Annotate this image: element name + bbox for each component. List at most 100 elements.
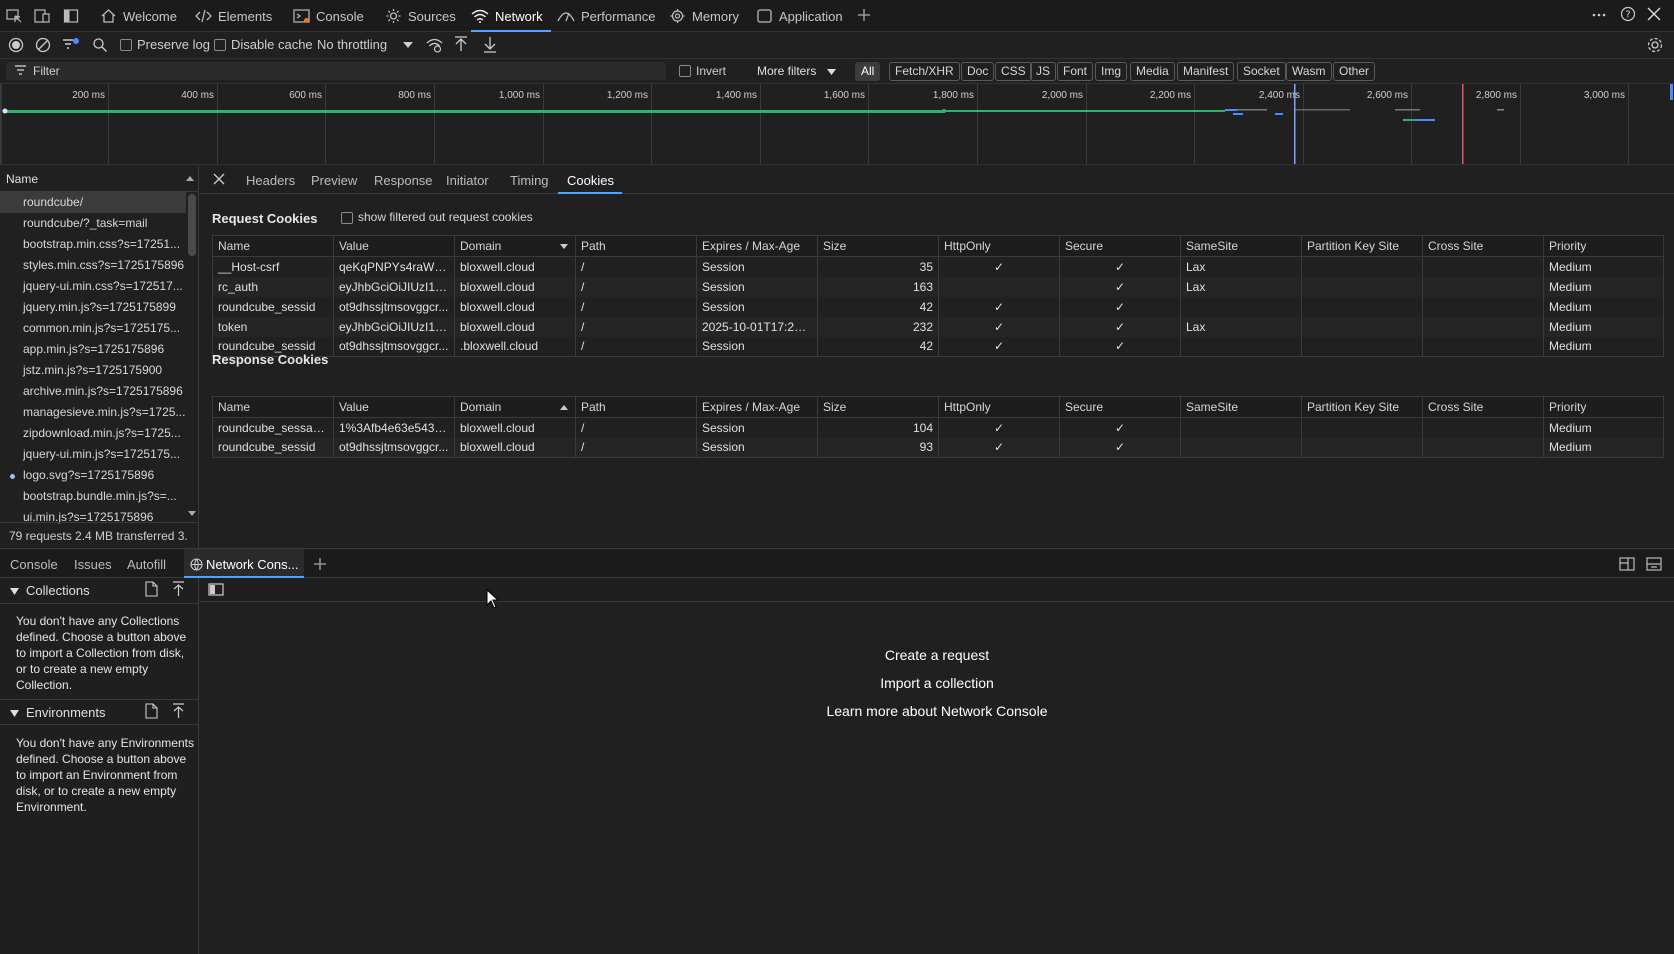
cookie-row[interactable]: roundcube_sessauth 1%3Afb4e63e5432... blox… <box>212 417 1664 438</box>
type-chip-other[interactable]: Other <box>1333 62 1376 81</box>
type-chip-js[interactable]: JS <box>1030 62 1057 81</box>
column-header[interactable]: Name <box>212 235 334 257</box>
tab-performance[interactable]: Performance <box>557 0 655 32</box>
type-chip-css[interactable]: CSS <box>995 62 1032 81</box>
column-header[interactable]: Secure <box>1059 235 1181 257</box>
search-icon[interactable] <box>92 37 108 53</box>
column-header[interactable]: Size <box>817 235 939 257</box>
type-chip-media[interactable]: Media <box>1130 62 1175 81</box>
drawer-tab-autofill[interactable]: Autofill <box>127 557 166 572</box>
type-chip-wasm[interactable]: Wasm <box>1286 62 1332 81</box>
environments-header[interactable]: Environments <box>0 699 198 725</box>
tab-initiator[interactable]: Initiator <box>446 173 489 188</box>
settings-gear-icon[interactable] <box>1646 36 1664 54</box>
scroll-down-icon[interactable] <box>187 510 197 517</box>
tab-welcome[interactable]: Welcome <box>100 0 177 32</box>
column-header[interactable]: HttpOnly <box>938 396 1060 418</box>
type-chip-doc[interactable]: Doc <box>961 62 995 81</box>
chevron-down-icon[interactable] <box>402 41 414 49</box>
request-row[interactable]: bootstrap.min.css?s=17251... <box>0 234 186 255</box>
request-row[interactable]: roundcube/ <box>0 192 186 213</box>
cookie-row[interactable]: roundcube_sessid ot9dhssjtmsovggcr... .blo… <box>212 336 1664 357</box>
column-header[interactable]: Secure <box>1059 396 1181 418</box>
network-conditions-icon[interactable] <box>426 37 443 53</box>
drawer-tab-network-console[interactable]: Network Cons... <box>184 549 304 578</box>
new-file-icon[interactable] <box>145 703 158 719</box>
column-header[interactable]: Domain <box>454 235 576 257</box>
column-header[interactable]: Domain <box>454 396 576 418</box>
request-row[interactable]: roundcube/?_task=mail <box>0 213 186 234</box>
disable-cache-checkbox[interactable] <box>214 39 226 51</box>
request-list-scrollbar[interactable] <box>186 192 198 522</box>
tab-console[interactable]: Console <box>293 0 364 32</box>
device-emulation-icon[interactable] <box>34 8 51 24</box>
column-header[interactable]: Size <box>817 396 939 418</box>
request-row[interactable]: jquery-ui.min.css?s=172517... <box>0 276 186 297</box>
add-tab-icon[interactable] <box>857 8 871 22</box>
expand-triangle-icon[interactable] <box>9 709 20 718</box>
export-har-icon[interactable] <box>483 36 497 53</box>
minimize-drawer-icon[interactable] <box>1646 557 1662 571</box>
create-request-link[interactable]: Create a request <box>200 647 1674 663</box>
close-devtools-icon[interactable] <box>1646 6 1662 22</box>
tab-application[interactable]: Application <box>756 0 843 32</box>
column-header[interactable]: Value <box>333 235 455 257</box>
request-row[interactable]: jquery-ui.min.js?s=1725175... <box>0 444 186 465</box>
request-row[interactable]: styles.min.css?s=1725175896 <box>0 255 186 276</box>
network-overview-timeline[interactable]: 200 ms 400 ms 600 ms 800 ms 1,000 ms 1,200 ms… <box>0 84 1674 165</box>
close-detail-icon[interactable] <box>213 173 225 185</box>
help-icon[interactable]: ? <box>1620 6 1636 22</box>
column-header[interactable]: Name <box>212 396 334 418</box>
tab-preview[interactable]: Preview <box>311 173 357 188</box>
request-row[interactable]: jquery.min.js?s=1725175899 <box>0 297 186 318</box>
inspect-element-icon[interactable] <box>6 8 23 24</box>
column-header[interactable]: Expires / Max-Age <box>696 235 818 257</box>
filter-toggle-icon[interactable] <box>62 36 80 54</box>
request-row[interactable]: managesieve.min.js?s=1725... <box>0 402 186 423</box>
type-chip-img[interactable]: Img <box>1095 62 1128 81</box>
type-chip-font[interactable]: Font <box>1057 62 1094 81</box>
column-header[interactable]: Partition Key Site <box>1301 396 1423 418</box>
request-list-header[interactable]: Name <box>0 166 198 192</box>
column-header[interactable]: SameSite <box>1180 235 1302 257</box>
request-row[interactable]: app.min.js?s=1725175896 <box>0 339 186 360</box>
column-header[interactable]: Priority <box>1543 396 1664 418</box>
filter-input[interactable]: Filter <box>6 62 666 80</box>
cookie-row[interactable]: roundcube_sessid ot9dhssjtmsovggcr... blox… <box>212 296 1664 317</box>
column-header[interactable]: HttpOnly <box>938 235 1060 257</box>
request-row[interactable]: archive.min.js?s=1725175896 <box>0 381 186 402</box>
type-chip-all[interactable]: All <box>855 62 881 81</box>
column-header[interactable]: Cross Site <box>1422 396 1544 418</box>
drawer-tab-console[interactable]: Console <box>10 557 58 572</box>
tab-response[interactable]: Response <box>374 173 433 188</box>
learn-more-link[interactable]: Learn more about Network Console <box>200 703 1674 719</box>
request-row[interactable]: zipdownload.min.js?s=1725... <box>0 423 186 444</box>
cookie-row[interactable]: __Host-csrf qeKqPNPYs4raWDk... bloxwell.cl… <box>212 256 1664 277</box>
column-header[interactable]: Value <box>333 396 455 418</box>
dock-sidebar-icon[interactable] <box>63 8 79 24</box>
tab-elements[interactable]: Elements <box>195 0 272 32</box>
request-row[interactable]: common.min.js?s=1725175... <box>0 318 186 339</box>
tab-cookies[interactable]: Cookies <box>567 173 614 188</box>
collections-header[interactable]: Collections <box>0 578 198 604</box>
import-icon[interactable] <box>172 581 185 597</box>
column-header[interactable]: Path <box>575 235 697 257</box>
import-har-icon[interactable] <box>454 36 468 53</box>
request-row[interactable]: bootstrap.bundle.min.js?s=... <box>0 486 186 507</box>
type-chip-manifest[interactable]: Manifest <box>1177 62 1235 81</box>
import-icon[interactable] <box>172 703 185 719</box>
record-icon[interactable] <box>8 37 24 53</box>
add-drawer-tab-icon[interactable] <box>313 557 327 571</box>
tab-memory[interactable]: Memory <box>669 0 739 32</box>
tab-timing[interactable]: Timing <box>510 173 549 188</box>
import-collection-link[interactable]: Import a collection <box>200 675 1674 691</box>
column-header[interactable]: SameSite <box>1180 396 1302 418</box>
cookie-row[interactable]: token eyJhbGciOiJIUzI1Ni... bloxwell.cloud… <box>212 316 1664 337</box>
tab-sources[interactable]: Sources <box>385 0 456 32</box>
show-filtered-checkbox[interactable] <box>341 212 353 224</box>
type-chip-fetch-xhr[interactable]: Fetch/XHR <box>889 62 960 81</box>
column-header[interactable]: Priority <box>1543 235 1664 257</box>
drawer-tab-issues[interactable]: Issues <box>74 557 112 572</box>
invert-checkbox[interactable] <box>679 65 691 77</box>
dock-drawer-icon[interactable] <box>1619 557 1635 571</box>
